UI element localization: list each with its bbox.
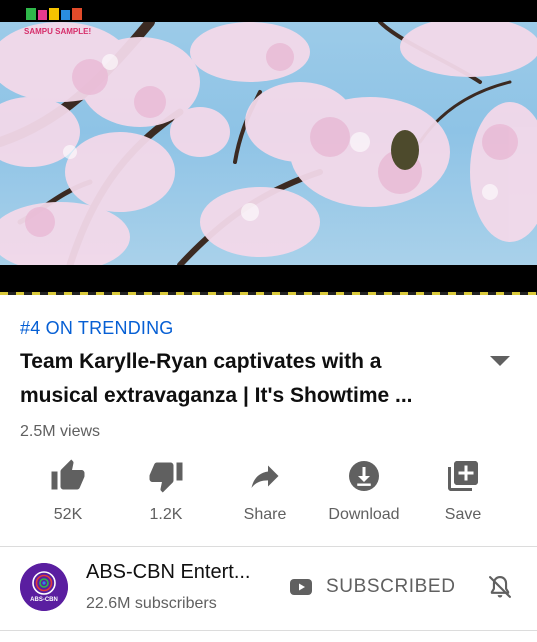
svg-text:ABS-CBN: ABS-CBN bbox=[30, 597, 58, 603]
share-arrow-icon bbox=[251, 465, 279, 488]
download-label: Download bbox=[328, 506, 400, 523]
subscribed-label: SUBSCRIBED bbox=[326, 576, 456, 597]
view-count: 2.5M views bbox=[20, 423, 101, 440]
chevron-down-icon[interactable] bbox=[488, 354, 512, 368]
download-button[interactable]: Download bbox=[316, 458, 412, 534]
subscriber-count: 22.6M subscribers bbox=[86, 595, 217, 612]
share-button[interactable]: Share bbox=[217, 458, 313, 534]
video-title[interactable]: Team Karylle-Ryan captivates with a musi… bbox=[20, 345, 460, 413]
channel-name[interactable]: ABS-CBN Entert... bbox=[86, 561, 286, 584]
playlist-add-icon bbox=[448, 461, 478, 491]
save-button[interactable]: Save bbox=[415, 458, 511, 534]
video-title-line-2: musical extravaganza | It's Showtime ... bbox=[20, 384, 413, 407]
divider bbox=[0, 630, 537, 631]
divider bbox=[0, 546, 537, 547]
video-player[interactable]: SAMPU SAMPLE! bbox=[0, 0, 537, 295]
svg-text:SAMPU SAMPLE!: SAMPU SAMPLE! bbox=[24, 27, 91, 36]
thumbs-down-icon bbox=[149, 462, 183, 493]
thumbs-up-icon bbox=[51, 459, 85, 490]
video-progress-strip bbox=[0, 292, 537, 295]
trending-badge[interactable]: #4 ON TRENDING bbox=[20, 318, 174, 339]
youtube-logo-icon bbox=[290, 579, 312, 595]
cherry-blossom-scene bbox=[0, 22, 537, 265]
dislike-count: 1.2K bbox=[149, 506, 183, 523]
subscribed-button[interactable]: SUBSCRIBED bbox=[290, 570, 456, 604]
abs-cbn-logo: ABS-CBN bbox=[20, 563, 68, 611]
video-title-line-1: Team Karylle-Ryan captivates with a bbox=[20, 350, 382, 373]
bell-off-icon[interactable] bbox=[486, 572, 514, 602]
download-circle-icon bbox=[349, 461, 379, 491]
save-label: Save bbox=[444, 506, 482, 523]
action-bar: 52K 1.2K Share Download Save bbox=[0, 458, 537, 534]
channel-watermark-logo: SAMPU SAMPLE! bbox=[24, 8, 91, 36]
video-frame[interactable] bbox=[0, 22, 537, 265]
channel-avatar[interactable]: ABS-CBN bbox=[20, 563, 68, 611]
dislike-button[interactable]: 1.2K bbox=[118, 458, 214, 534]
share-label: Share bbox=[243, 506, 287, 523]
like-button[interactable]: 52K bbox=[20, 458, 116, 534]
like-count: 52K bbox=[53, 506, 83, 523]
